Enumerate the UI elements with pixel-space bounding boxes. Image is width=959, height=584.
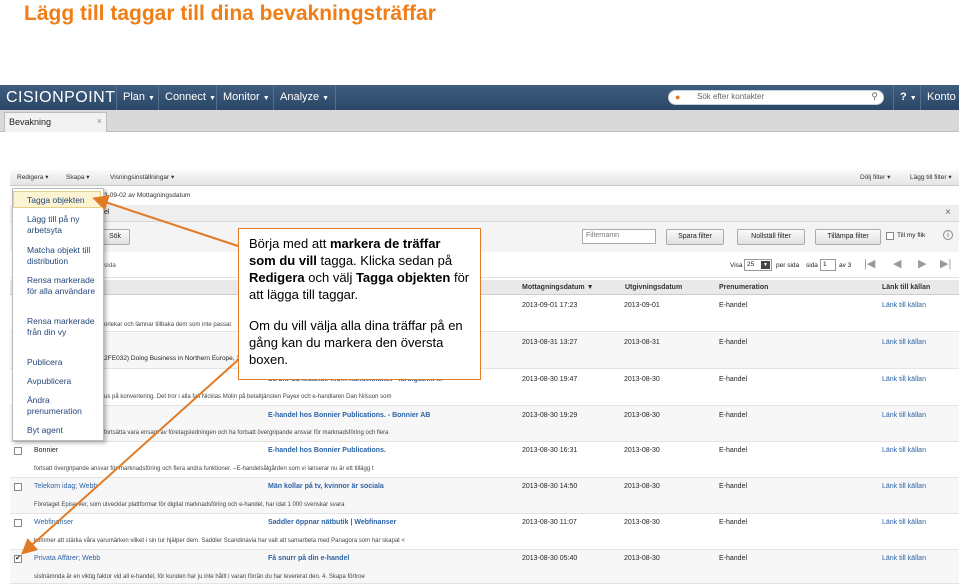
arrow-to-checkbox bbox=[21, 359, 239, 555]
arrow-to-menu bbox=[92, 195, 239, 247]
callout-paragraph-2: Om du vill välja alla dina träffar på en… bbox=[249, 318, 463, 367]
callout-paragraph-1: Börja med att markera de träffar som du … bbox=[249, 236, 470, 302]
instruction-callout: Börja med att markera de träffar som du … bbox=[238, 228, 481, 380]
